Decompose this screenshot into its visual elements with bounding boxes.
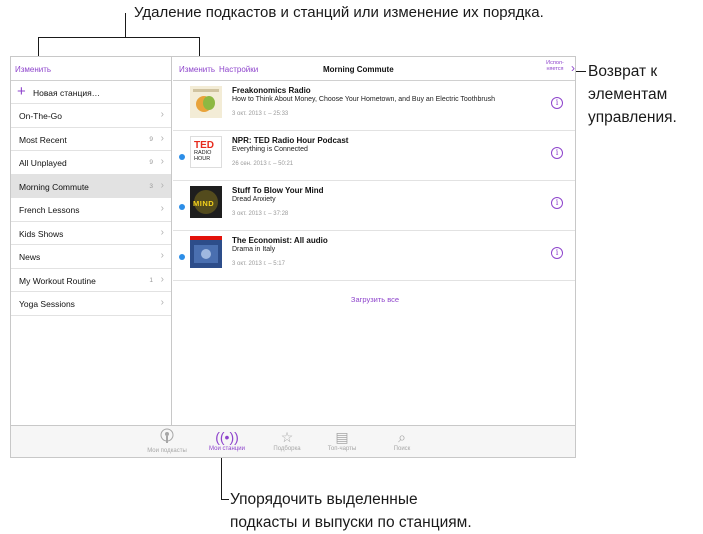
station-label: On-The-Go bbox=[19, 111, 62, 121]
chevron-right-icon: › bbox=[160, 132, 164, 144]
leader-line bbox=[125, 13, 126, 37]
detail-edit-button[interactable]: Изменить bbox=[179, 65, 215, 74]
chevron-right-icon: › bbox=[160, 297, 164, 308]
page-title: Morning Commute bbox=[323, 65, 394, 74]
chevron-right-icon[interactable]: › bbox=[571, 61, 575, 75]
episode-subtitle: Dread Anxiety bbox=[232, 196, 276, 203]
callout-line: Упорядочить выделенные bbox=[230, 491, 418, 508]
tab-search[interactable]: ⌕ Поиск bbox=[367, 428, 437, 452]
chevron-right-icon: › bbox=[160, 226, 164, 238]
station-count: 1 bbox=[149, 276, 153, 284]
episode-date: 3 окт. 2013 г. – 5:17 bbox=[232, 261, 285, 267]
station-label: My Workout Routine bbox=[19, 275, 96, 286]
leader-line bbox=[221, 499, 229, 500]
sidebar-station-item[interactable]: On-The-Go › bbox=[11, 104, 171, 128]
episode-row[interactable]: The Economist: All audio Drama in Italy … bbox=[173, 231, 575, 281]
callout-line: Возврат к bbox=[588, 63, 658, 80]
callout-line: управления. bbox=[588, 109, 677, 126]
ted-radio-hour-artwork: TED RADIO HOUR bbox=[190, 136, 222, 168]
episode-subtitle: Drama in Italy bbox=[232, 246, 276, 253]
station-label: French Lessons bbox=[19, 205, 80, 215]
detail-header: Изменить Настройки Morning Commute Испол… bbox=[173, 57, 575, 81]
artwork-text: RADIO HOUR bbox=[194, 150, 212, 162]
leader-line bbox=[221, 456, 222, 499]
episode-row[interactable]: Freakonomics Radio How to Think About Mo… bbox=[173, 81, 575, 131]
sidebar-station-item[interactable]: French Lessons › bbox=[11, 198, 171, 222]
episode-date: 3 окт. 2013 г. – 37:28 bbox=[232, 211, 289, 217]
station-count: 9 bbox=[149, 159, 153, 166]
artwork-text: TED bbox=[194, 140, 214, 151]
chevron-right-icon: › bbox=[160, 156, 164, 167]
callout-station-organize: Упорядочить выделенные подкасты и выпуск… bbox=[230, 488, 560, 534]
callout-line: подкасты и выпуски по станциям. bbox=[230, 514, 472, 531]
sidebar-station-item[interactable]: My Workout Routine 1 › bbox=[11, 269, 171, 292]
sidebar-station-item[interactable]: All Unplayed 9 › bbox=[11, 151, 171, 175]
podcasts-app-window: Изменить + Новая станция… On-The-Go › Most… bbox=[10, 56, 576, 458]
info-icon[interactable]: i bbox=[551, 197, 563, 209]
episode-date: 26 сен. 2013 г. – 50:21 bbox=[232, 161, 294, 167]
chevron-right-icon: › bbox=[160, 203, 164, 214]
episode-date: 3 окт. 2013 г. – 25:33 bbox=[232, 111, 289, 117]
station-label: All Unplayed bbox=[19, 158, 67, 168]
chevron-right-icon: › bbox=[160, 179, 164, 191]
callout-edit-reorder: Удаление подкастов и станций или изменен… bbox=[134, 4, 544, 21]
freakonomics-artwork bbox=[190, 86, 222, 118]
callout-line: элементам bbox=[588, 86, 668, 103]
chevron-right-icon: › bbox=[160, 250, 164, 261]
station-label: Most Recent bbox=[19, 134, 67, 145]
episode-title: The Economist: All audio bbox=[232, 236, 328, 245]
station-count: 3 bbox=[149, 182, 153, 190]
info-icon[interactable]: i bbox=[551, 147, 563, 159]
episode-row[interactable]: MIND Stuff To Blow Your Mind Dread Anxie… bbox=[173, 181, 575, 231]
sidebar-station-item[interactable]: Yoga Sessions › bbox=[11, 292, 171, 316]
plus-icon: + bbox=[17, 83, 26, 100]
economist-artwork bbox=[190, 236, 222, 268]
station-list: On-The-Go › Most Recent 9 › All Unplayed 9 › Mor… bbox=[11, 104, 171, 316]
now-playing-label: няется bbox=[546, 66, 564, 72]
info-icon[interactable]: i bbox=[551, 97, 563, 109]
station-label: Morning Commute bbox=[19, 181, 89, 192]
tab-bar: Мои подкасты ((•)) Мои станции ☆ Подборк… bbox=[11, 425, 575, 457]
tab-label: Поиск bbox=[393, 446, 411, 452]
search-icon: ⌕ bbox=[398, 429, 406, 445]
callout-return-controls: Возврат к элементам управления. bbox=[588, 60, 700, 129]
station-label: News bbox=[19, 252, 41, 262]
station-detail: Изменить Настройки Morning Commute Испол… bbox=[173, 57, 575, 425]
unplayed-dot bbox=[179, 204, 185, 210]
new-station-label: Новая станция… bbox=[33, 88, 101, 98]
unplayed-dot bbox=[179, 254, 185, 260]
sidebar-station-item[interactable]: Kids Shows › bbox=[11, 222, 171, 245]
episode-row[interactable]: TED RADIO HOUR NPR: TED Radio Hour Podca… bbox=[173, 131, 575, 181]
episode-subtitle: Everything is Connected bbox=[232, 146, 308, 153]
stuff-to-blow-your-mind-artwork: MIND bbox=[190, 186, 222, 218]
sidebar-station-item[interactable]: News › bbox=[11, 245, 171, 269]
stations-sidebar: Изменить + Новая станция… On-The-Go › Most… bbox=[11, 57, 172, 425]
info-icon[interactable]: i bbox=[551, 247, 563, 259]
episode-title: Stuff To Blow Your Mind bbox=[232, 186, 324, 195]
unplayed-dot bbox=[179, 154, 185, 160]
artwork-text: MIND bbox=[193, 199, 215, 208]
sidebar-station-item[interactable]: Morning Commute 3 › bbox=[11, 174, 171, 198]
leader-line bbox=[38, 37, 200, 38]
download-all-button[interactable]: Загрузить все bbox=[173, 295, 575, 304]
sidebar-edit-button[interactable]: Изменить bbox=[15, 65, 51, 74]
sidebar-station-item[interactable]: Most Recent 9 › bbox=[11, 128, 171, 151]
station-count: 9 bbox=[149, 135, 153, 143]
episode-title: Freakonomics Radio bbox=[232, 86, 311, 95]
episode-title: NPR: TED Radio Hour Podcast bbox=[232, 136, 349, 145]
station-label: Kids Shows bbox=[19, 228, 64, 239]
sidebar-header: Изменить bbox=[11, 57, 171, 81]
now-playing-button[interactable]: Испол- няется bbox=[543, 60, 567, 72]
chevron-right-icon: › bbox=[160, 109, 164, 120]
episode-subtitle: How to Think About Money, Choose Your Ho… bbox=[232, 96, 496, 103]
chevron-right-icon: › bbox=[160, 273, 164, 285]
station-label: Yoga Sessions bbox=[19, 299, 75, 309]
new-station-button[interactable]: + Новая станция… bbox=[11, 81, 171, 104]
settings-button[interactable]: Настройки bbox=[219, 65, 258, 74]
episode-list: Freakonomics Radio How to Think About Mo… bbox=[173, 81, 575, 281]
